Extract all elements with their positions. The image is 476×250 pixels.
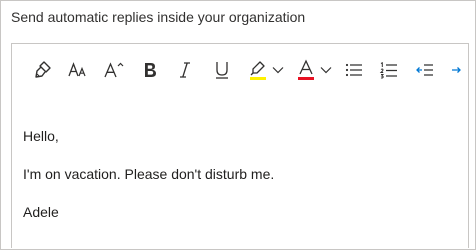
greeting-line: Hello, (23, 128, 59, 144)
bold-icon (141, 60, 159, 80)
underline-button[interactable] (211, 58, 233, 82)
decrease-indent-icon (415, 60, 435, 80)
numbered-list-icon (379, 60, 399, 80)
chevron-down-icon (320, 61, 332, 79)
decrease-indent-button[interactable] (414, 58, 436, 82)
section-heading: Send automatic replies inside your organ… (11, 9, 306, 25)
highlighter-icon (248, 59, 268, 81)
signature-line: Adele (23, 204, 59, 220)
formatting-toolbar (12, 44, 468, 96)
message-editor[interactable]: Hello, I'm on vacation. Please don't dis… (11, 43, 469, 248)
bullets-button[interactable] (343, 58, 365, 82)
font-size-button[interactable] (66, 58, 90, 82)
bulleted-list-icon (344, 60, 364, 80)
message-body[interactable]: Hello, I'm on vacation. Please don't dis… (23, 127, 274, 222)
font-color-dropdown[interactable] (319, 58, 333, 82)
italic-icon (176, 60, 194, 80)
highlight-dropdown[interactable] (271, 58, 285, 82)
font-size-icon (67, 60, 89, 80)
arrow-right-icon (449, 60, 463, 80)
automatic-replies-panel: Send automatic replies inside your organ… (0, 0, 476, 250)
italic-button[interactable] (175, 58, 195, 82)
highlight-button[interactable] (247, 58, 269, 82)
grow-font-icon (103, 60, 125, 80)
font-color-button[interactable] (295, 58, 317, 82)
more-options-button[interactable] (448, 58, 464, 82)
underline-icon (212, 59, 232, 81)
format-painter-button[interactable] (32, 58, 54, 82)
bold-button[interactable] (140, 58, 160, 82)
body-line: I'm on vacation. Please don't disturb me… (23, 166, 275, 182)
grow-font-button[interactable] (102, 58, 126, 82)
font-color-icon (296, 59, 316, 81)
chevron-down-icon (272, 61, 284, 79)
format-painter-icon (33, 60, 53, 80)
numbering-button[interactable] (378, 58, 400, 82)
